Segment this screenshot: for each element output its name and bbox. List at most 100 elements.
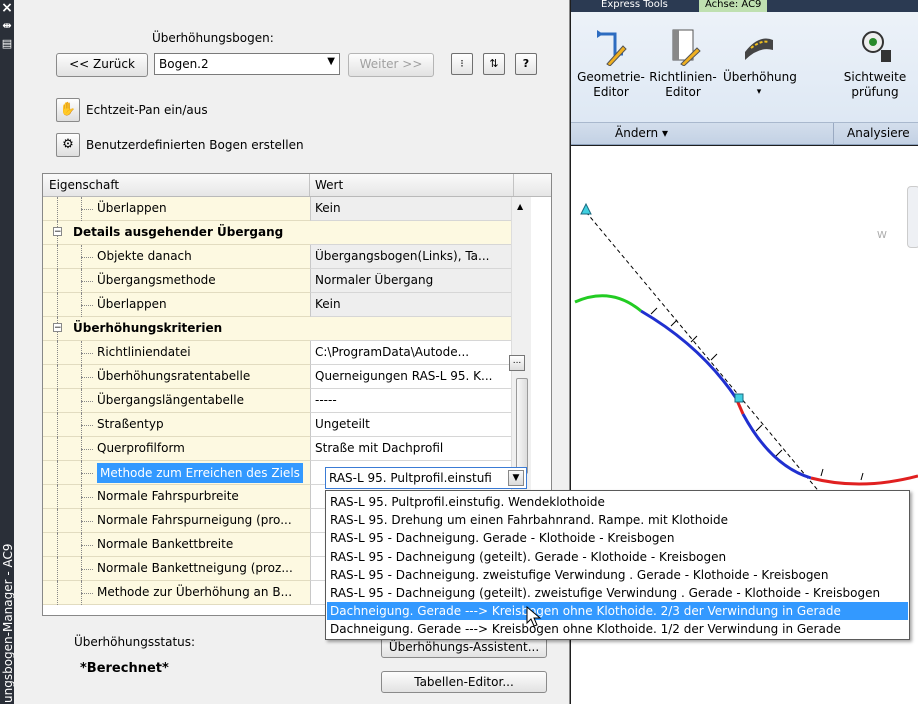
expand-icon[interactable]: ⇅ — [483, 53, 505, 75]
property-row[interactable]: Überhöhungsratentabelle Querneigungen RAS… — [43, 365, 513, 389]
geometry-editor-button[interactable]: Geometrie- Editor — [575, 26, 647, 100]
autohide-icon[interactable]: ⇹ — [1, 20, 13, 32]
tree-guide — [57, 485, 58, 509]
property-row[interactable]: Objekte danach Übergangsbogen(Links), Ta.… — [43, 245, 513, 269]
design-criteria-icon — [665, 26, 701, 67]
collapse-icon[interactable]: ⁝ — [451, 53, 473, 75]
curve-label: Überhöhungsbogen: — [152, 31, 274, 45]
hand-pan-icon[interactable]: ✋ — [56, 98, 80, 122]
tree-guide — [81, 377, 93, 378]
table-editor-button[interactable]: Tabellen-Editor... — [381, 671, 547, 693]
tree-guide — [57, 557, 58, 581]
scroll-up-icon[interactable]: ▲ — [517, 202, 523, 211]
custom-curve-label: Benutzerdefinierten Bogen erstellen — [86, 138, 304, 152]
property-label: Querprofilform — [97, 441, 185, 455]
tree-guide — [57, 437, 58, 461]
navbar[interactable] — [907, 186, 918, 248]
ribbon-label: Geometrie- — [577, 70, 645, 84]
property-label: Übergangslängentabelle — [97, 393, 244, 407]
dropdown-option[interactable]: RAS-L 95. Drehung um einen Fahrbahnrand.… — [327, 511, 908, 529]
property-row[interactable]: Querprofilform Straße mit Dachprofil — [43, 437, 513, 461]
property-name-cell: Querprofilform — [43, 437, 310, 461]
collapse-minus-icon[interactable]: − — [53, 227, 62, 237]
dropdown-option[interactable]: RAS-L 95 - Dachneigung. zweistufige Verw… — [327, 566, 908, 584]
selected-property-label[interactable]: Methode zum Erreichen des Ziels — [97, 463, 303, 483]
tree-guide — [81, 353, 93, 354]
chevron-down-icon[interactable]: ▼ — [508, 470, 524, 486]
tab-alignment[interactable]: Achse: AC9 — [699, 0, 768, 12]
property-value-cell[interactable]: Ungeteilt — [310, 413, 513, 437]
property-row[interactable]: Überlappen Kein — [43, 293, 513, 317]
property-label: Überhöhungskriterien — [73, 321, 223, 335]
tree-guide — [81, 257, 93, 258]
group-analyze[interactable]: Analysiere — [847, 126, 910, 140]
tree-guide — [57, 389, 58, 413]
tree-guide — [57, 461, 58, 485]
dropdown-option[interactable]: RAS-L 95. Pultprofil.einstufig. Wendeklo… — [327, 493, 908, 511]
property-label: Straßentyp — [97, 417, 164, 431]
property-value-cell[interactable]: Kein — [310, 293, 513, 317]
geometry-editor-icon — [593, 26, 629, 67]
property-value-cell[interactable]: Querneigungen RAS-L 95. K... — [310, 365, 513, 389]
scrollbar-thumb[interactable] — [516, 378, 528, 474]
property-value: Kein — [315, 297, 341, 311]
tree-guide — [57, 365, 58, 389]
property-value: ----- — [315, 393, 337, 407]
dropdown-option-highlighted[interactable]: Dachneigung. Gerade ---> Kreisbogen ohne… — [327, 602, 908, 621]
back-button[interactable]: << Zurück — [56, 53, 148, 77]
tree-guide — [81, 593, 93, 594]
method-dropdown-list[interactable]: RAS-L 95. Pultprofil.einstufig. Wendeklo… — [325, 490, 910, 640]
start-marker — [580, 202, 592, 215]
curve-combo[interactable]: Bogen.2 ▼ — [154, 53, 340, 75]
sight-distance-button[interactable]: Sichtweite prüfung — [839, 26, 911, 100]
property-value-cell[interactable]: C:\ProgramData\Autode... — [310, 341, 513, 365]
mouse-cursor-icon — [526, 605, 542, 627]
property-name-cell: Überlappen — [43, 197, 310, 221]
category-row[interactable]: − Details ausgehender Übergang — [43, 221, 513, 245]
property-label: Details ausgehender Übergang — [73, 225, 284, 239]
tree-guide — [81, 521, 93, 522]
method-combo[interactable]: RAS-L 95. Pultprofil.einstufi ▼ — [325, 467, 527, 489]
dropdown-option[interactable]: Dachneigung. Gerade ---> Kreisbogen ohne… — [327, 620, 908, 638]
dropdown-option[interactable]: RAS-L 95 - Dachneigung (geteilt). zweist… — [327, 584, 908, 602]
property-name-cell: Normale Bankettneigung (proz... — [43, 557, 310, 581]
palette-side-strip: × ⇹ ▤ ungsbogen-Manager - AC9 — [0, 0, 15, 704]
tab-express-tools[interactable]: Express Tools — [601, 0, 668, 12]
group-modify[interactable]: Ändern ▾ — [615, 126, 668, 140]
properties-icon[interactable]: ▤ — [1, 38, 13, 50]
close-icon[interactable]: × — [1, 1, 13, 15]
dropdown-option[interactable]: RAS-L 95 - Dachneigung (geteilt). Gerade… — [327, 548, 908, 566]
superelevation-button[interactable]: Überhöhung ▾ — [723, 26, 797, 100]
next-button[interactable]: Weiter >> — [348, 53, 434, 77]
property-value-cell[interactable]: Kein — [310, 197, 513, 221]
collapse-minus-icon[interactable]: − — [53, 323, 62, 333]
status-label: Überhöhungsstatus: — [74, 635, 196, 649]
ribbon-label: Editor — [593, 85, 629, 99]
alignment-arc-red — [810, 474, 918, 486]
dropdown-option[interactable]: RAS-L 95 - Dachneigung. Gerade - Klothoi… — [327, 529, 908, 547]
tree-guide — [81, 281, 93, 282]
property-value-cell[interactable]: ----- — [310, 389, 513, 413]
custom-curve-icon[interactable]: ⚙ — [56, 133, 80, 157]
column-header-property: Eigenschaft — [49, 178, 120, 192]
browse-file-button[interactable]: ... — [509, 355, 525, 371]
property-value: Normaler Übergang — [315, 273, 434, 287]
property-row[interactable]: Übergangslängentabelle ----- — [43, 389, 513, 413]
property-row[interactable]: Übergangsmethode Normaler Übergang — [43, 269, 513, 293]
design-criteria-editor-button[interactable]: Richtlinien- Editor — [647, 26, 719, 100]
curve-combo-value: Bogen.2 — [159, 57, 209, 71]
superelevation-icon — [741, 26, 777, 66]
tree-guide — [81, 545, 93, 546]
tree-guide — [81, 305, 93, 306]
property-value-cell[interactable]: Normaler Übergang — [310, 269, 513, 293]
property-value-cell[interactable]: Übergangsbogen(Links), Ta... — [310, 245, 513, 269]
alignment-arc-green — [574, 294, 642, 313]
property-label: Normale Fahrspurbreite — [97, 489, 239, 503]
help-button[interactable]: ? — [515, 53, 537, 75]
property-row[interactable]: Richtliniendatei C:\ProgramData\Autode... — [43, 341, 513, 365]
property-row[interactable]: Überlappen Kein — [43, 197, 513, 221]
category-row[interactable]: − Überhöhungskriterien — [43, 317, 513, 341]
property-value-cell[interactable]: Straße mit Dachprofil — [310, 437, 513, 461]
property-row[interactable]: Straßentyp Ungeteilt — [43, 413, 513, 437]
property-name-cell: Methode zur Überhöhung an B... — [43, 581, 310, 605]
